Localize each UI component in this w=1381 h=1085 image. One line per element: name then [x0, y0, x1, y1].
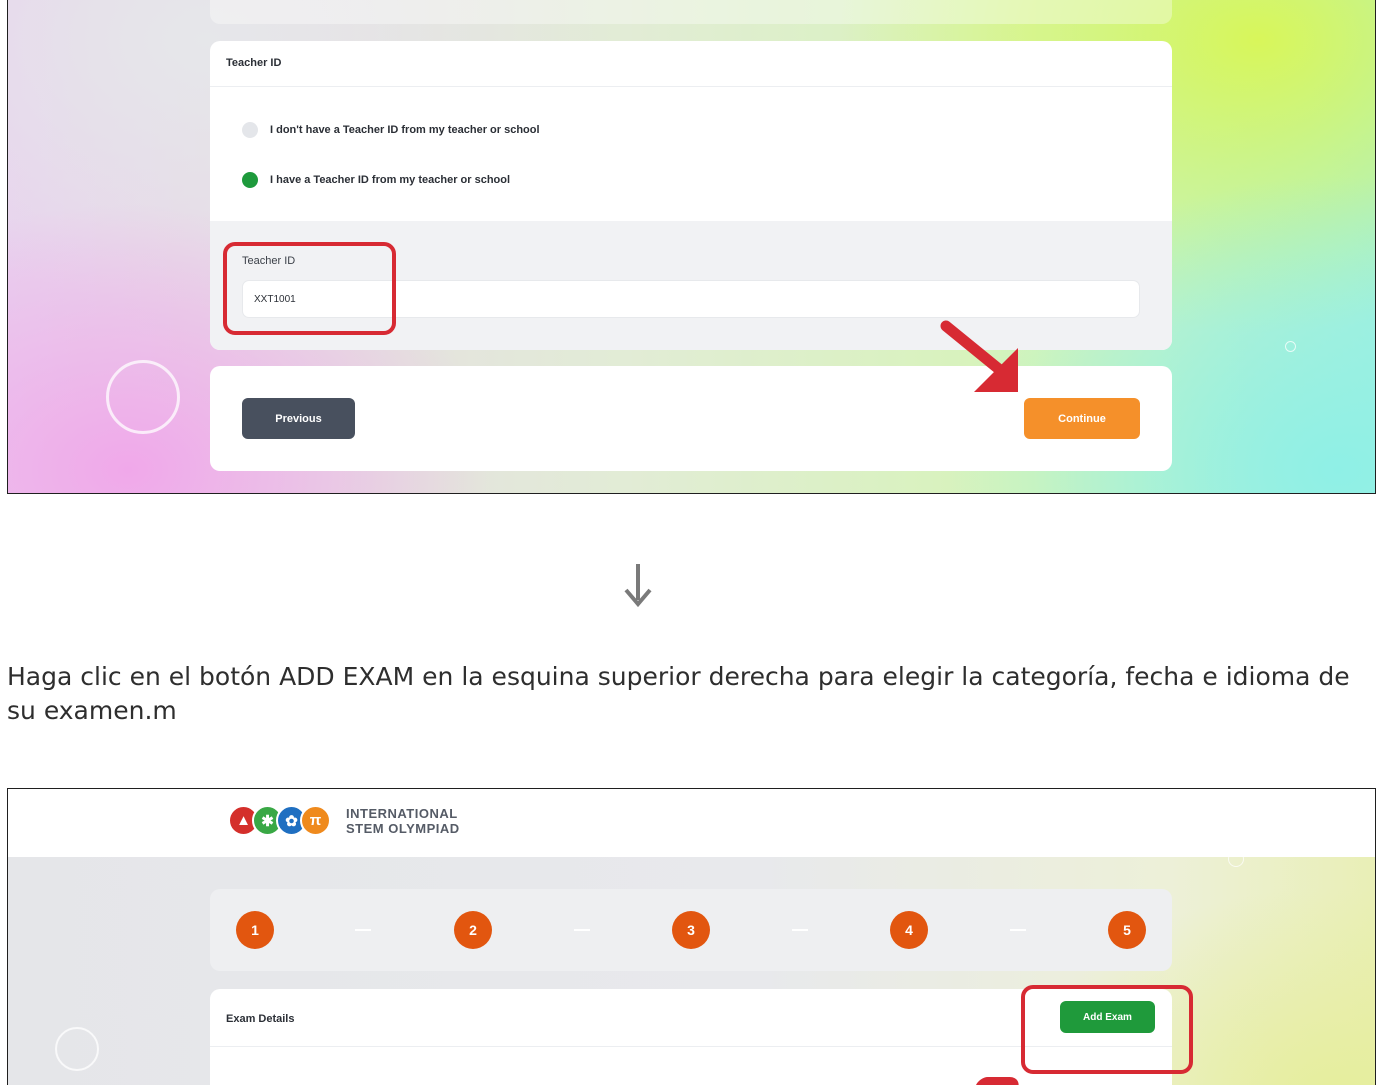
- previous-button[interactable]: Previous: [242, 398, 355, 439]
- radio-label: I don't have a Teacher ID from my teache…: [270, 124, 540, 136]
- radio-circle-selected[interactable]: [242, 172, 258, 188]
- step-separator: [792, 929, 808, 931]
- pi-icon: π: [300, 805, 331, 836]
- step-2: 2: [454, 911, 492, 949]
- step-5: 5: [1108, 911, 1146, 949]
- decorative-ring-small: [1228, 851, 1244, 867]
- step-separator: [1010, 929, 1026, 931]
- exam-details-screenshot: ▲ ✱ ✿ π INTERNATIONAL STEM OLYMPIAD 1 2 …: [7, 788, 1376, 1085]
- header-bar: ▲ ✱ ✿ π INTERNATIONAL STEM OLYMPIAD: [8, 789, 1375, 857]
- step-separator: [355, 929, 371, 931]
- logo-text: INTERNATIONAL STEM OLYMPIAD: [346, 806, 460, 836]
- red-pointer-arrow-icon: [940, 320, 1018, 392]
- step-4: 4: [890, 911, 928, 949]
- decorative-ring-small: [1285, 341, 1296, 352]
- logo-line-1: INTERNATIONAL: [346, 805, 458, 821]
- step-strip-partial: [210, 0, 1172, 24]
- logo-line-2: STEM OLYMPIAD: [346, 820, 460, 836]
- section-title: Teacher ID: [210, 41, 1172, 87]
- step-3: 3: [672, 911, 710, 949]
- radio-label: I have a Teacher ID from my teacher or s…: [270, 174, 511, 186]
- site-logo[interactable]: ▲ ✱ ✿ π INTERNATIONAL STEM OLYMPIAD: [228, 805, 460, 836]
- step-separator: [574, 929, 590, 931]
- continue-button[interactable]: Continue: [1024, 398, 1140, 439]
- highlight-box-teacher-id: [223, 242, 396, 335]
- highlight-box-add-exam: [1021, 985, 1193, 1074]
- teacher-id-screenshot: Teacher ID I don't have a Teacher ID fro…: [7, 0, 1376, 494]
- decorative-ring: [106, 360, 180, 434]
- instruction-text: Haga clic en el botón ADD EXAM en la esq…: [7, 662, 1350, 725]
- radio-circle-unselected[interactable]: [242, 122, 258, 138]
- down-arrow-icon: [624, 564, 652, 608]
- radio-no-teacher-id[interactable]: I don't have a Teacher ID from my teache…: [242, 122, 540, 138]
- step-1: 1: [236, 911, 274, 949]
- decorative-ring: [55, 1027, 99, 1071]
- progress-steps: 1 2 3 4 5: [210, 889, 1172, 971]
- radio-have-teacher-id[interactable]: I have a Teacher ID from my teacher or s…: [242, 172, 510, 188]
